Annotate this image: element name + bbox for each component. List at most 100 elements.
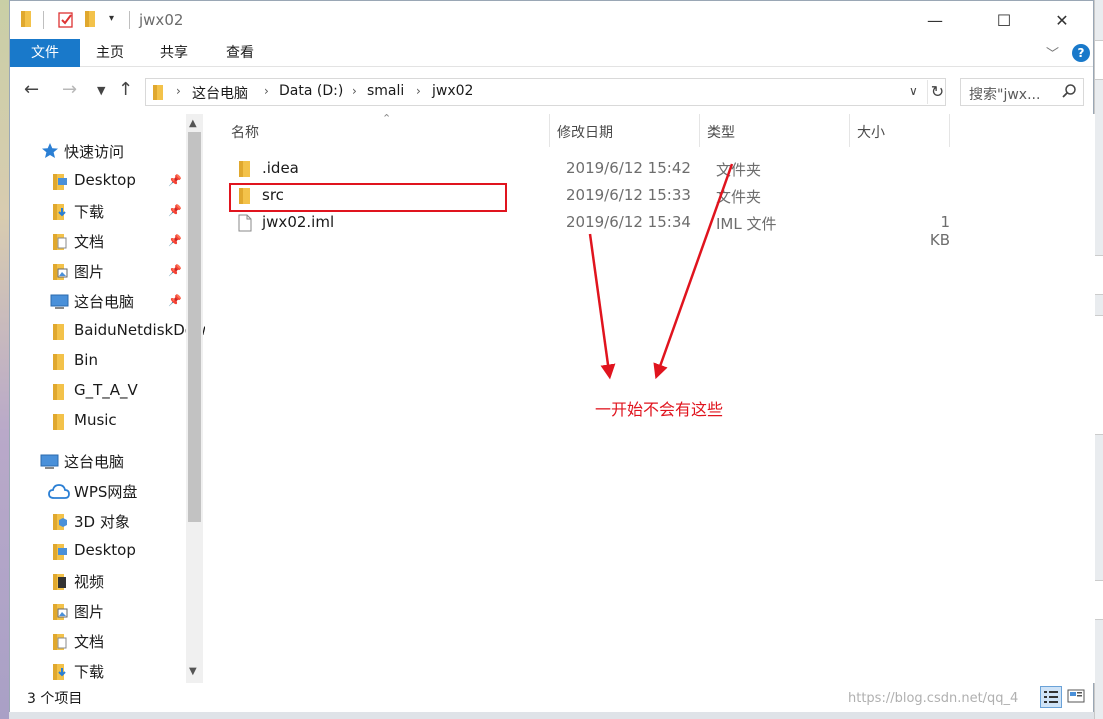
- folder-icon[interactable]: [20, 10, 34, 30]
- search-input[interactable]: 搜索"jwx...: [960, 78, 1084, 106]
- nav-label: Music: [74, 411, 117, 429]
- annotation-text: 一开始不会有这些: [595, 400, 724, 419]
- nav-label: Bin: [74, 351, 98, 369]
- desktop-background-left: [0, 0, 9, 719]
- details-view-icon[interactable]: [1040, 686, 1062, 708]
- back-arrow-icon[interactable]: ←: [24, 79, 39, 100]
- videos-folder-icon: [52, 573, 68, 595]
- nav-this-pc[interactable]: 这台电脑: [10, 446, 185, 476]
- pin-icon[interactable]: 📌: [168, 264, 182, 277]
- nav-label: 图片: [74, 603, 105, 621]
- folder-icon: [152, 84, 166, 105]
- nav-item-bin[interactable]: Bin: [10, 346, 185, 376]
- desktop-folder-icon: [52, 543, 68, 565]
- nav-label: 3D 对象: [74, 513, 130, 531]
- breadcrumb-smali[interactable]: smali: [367, 83, 404, 99]
- refresh-icon[interactable]: ↻: [927, 80, 947, 104]
- customize-toolbar-arrow-icon[interactable]: ▾: [109, 13, 114, 33]
- tab-share[interactable]: 共享: [138, 39, 210, 67]
- nav-label: 这台电脑: [74, 293, 135, 311]
- scroll-up-arrow-icon[interactable]: ▲: [189, 118, 197, 129]
- properties-icon[interactable]: [58, 10, 74, 30]
- nav-item-music[interactable]: Music: [10, 406, 185, 436]
- breadcrumb-data-drive[interactable]: Data (D:): [279, 83, 343, 99]
- nav-item-downloads-pc[interactable]: 下载: [10, 656, 185, 683]
- breadcrumb-jwx02[interactable]: jwx02: [432, 83, 473, 99]
- nav-item-desktop-pc[interactable]: Desktop: [10, 536, 185, 566]
- tab-view[interactable]: 查看: [204, 39, 276, 67]
- nav-label: 文档: [74, 233, 105, 251]
- folder-icon: [52, 323, 66, 345]
- watermark-text: https://blog.csdn.net/qq_4: [848, 691, 1019, 706]
- desktop-background-right: [1094, 0, 1103, 719]
- nav-label: WPS网盘: [74, 483, 138, 501]
- navigation-scrollbar[interactable]: ▲ ▼: [186, 114, 203, 683]
- pictures-folder-icon: [52, 603, 68, 625]
- tab-home[interactable]: 主页: [74, 39, 146, 67]
- minimize-button[interactable]: —: [912, 1, 958, 39]
- nav-item-gtav[interactable]: G_T_A_V: [10, 376, 185, 406]
- tab-file[interactable]: 文件: [10, 39, 80, 67]
- breadcrumb-separator-icon[interactable]: ›: [352, 84, 357, 98]
- ribbon-tabs: 文件 主页 共享 查看 ﹀ ?: [10, 39, 1093, 67]
- nav-label: 视频: [74, 573, 105, 591]
- title-bar: ▾ jwx02 — ☐ ✕: [10, 1, 1093, 39]
- nav-item-documents[interactable]: 文档 📌: [10, 226, 185, 256]
- large-icons-view-icon[interactable]: [1066, 686, 1088, 708]
- nav-quick-access[interactable]: 快速访问: [10, 136, 185, 166]
- status-bar: 3 个项目 https://blog.csdn.net/qq_4: [10, 683, 1093, 713]
- recent-locations-chevron-icon[interactable]: ▼: [97, 84, 105, 97]
- new-folder-icon[interactable]: [84, 10, 98, 30]
- address-history-chevron-icon[interactable]: ∨: [909, 84, 918, 98]
- desktop-background-bottom: [9, 712, 1094, 719]
- computer-icon: [50, 293, 70, 315]
- breadcrumb-separator-icon[interactable]: ›: [416, 84, 421, 98]
- expand-ribbon-chevron-icon[interactable]: ﹀: [1046, 43, 1059, 62]
- up-arrow-icon[interactable]: ↑: [118, 79, 133, 100]
- desktop-folder-icon: [52, 173, 68, 195]
- file-explorer-window: ▾ jwx02 — ☐ ✕ 文件 主页 共享 查看 ﹀ ? ← → ▼ ↑ › …: [9, 0, 1095, 713]
- nav-item-videos[interactable]: 视频: [10, 566, 185, 596]
- breadcrumb-separator-icon[interactable]: ›: [264, 84, 269, 98]
- nav-item-3d-objects[interactable]: 3D 对象: [10, 506, 185, 536]
- annotation-arrow-right: [653, 163, 734, 380]
- pin-icon[interactable]: 📌: [168, 234, 182, 247]
- folder-icon: [52, 383, 66, 405]
- breadcrumb-this-pc[interactable]: 这台电脑: [192, 83, 248, 103]
- nav-item-pictures-pc[interactable]: 图片: [10, 596, 185, 626]
- nav-item-baidunetdisk[interactable]: BaiduNetdiskDownload: [10, 316, 205, 346]
- nav-item-desktop[interactable]: Desktop 📌: [10, 166, 185, 196]
- maximize-button[interactable]: ☐: [981, 1, 1027, 39]
- nav-item-this-pc-pinned[interactable]: 这台电脑 📌: [10, 286, 185, 316]
- nav-label: Desktop: [74, 541, 136, 559]
- nav-label: G_T_A_V: [74, 381, 138, 399]
- computer-icon: [40, 453, 60, 475]
- nav-item-wps-cloud[interactable]: WPS网盘: [10, 476, 185, 506]
- window-title: jwx02: [139, 11, 184, 29]
- documents-folder-icon: [52, 233, 68, 255]
- file-list: ⌃ 名称 修改日期 类型 大小 .idea 2019/6/12 15:42 文件…: [205, 112, 1095, 683]
- folder-icon: [52, 353, 66, 375]
- close-button[interactable]: ✕: [1039, 1, 1085, 39]
- nav-label: 文档: [74, 633, 105, 651]
- breadcrumb-separator-icon[interactable]: ›: [176, 84, 181, 98]
- folder-icon: [52, 413, 66, 435]
- forward-arrow-icon[interactable]: →: [62, 79, 77, 100]
- search-icon[interactable]: [1061, 83, 1077, 103]
- nav-item-downloads[interactable]: 下载 📌: [10, 196, 185, 226]
- download-folder-icon: [52, 663, 68, 683]
- pin-icon[interactable]: 📌: [168, 294, 182, 307]
- nav-item-pictures[interactable]: 图片 📌: [10, 256, 185, 286]
- 3d-objects-folder-icon: [52, 513, 68, 535]
- help-icon[interactable]: ?: [1072, 44, 1090, 62]
- nav-label: 快速访问: [64, 143, 125, 161]
- scroll-down-arrow-icon[interactable]: ▼: [189, 666, 197, 677]
- nav-item-documents-pc[interactable]: 文档: [10, 626, 185, 656]
- address-bar[interactable]: › 这台电脑 › Data (D:) › smali › jwx02 ∨ ↻: [145, 78, 946, 106]
- pictures-folder-icon: [52, 263, 68, 285]
- nav-label: 下载: [74, 203, 105, 221]
- pin-icon[interactable]: 📌: [168, 204, 182, 217]
- scrollbar-thumb[interactable]: [188, 132, 201, 522]
- download-folder-icon: [52, 203, 68, 225]
- pin-icon[interactable]: 📌: [168, 174, 182, 187]
